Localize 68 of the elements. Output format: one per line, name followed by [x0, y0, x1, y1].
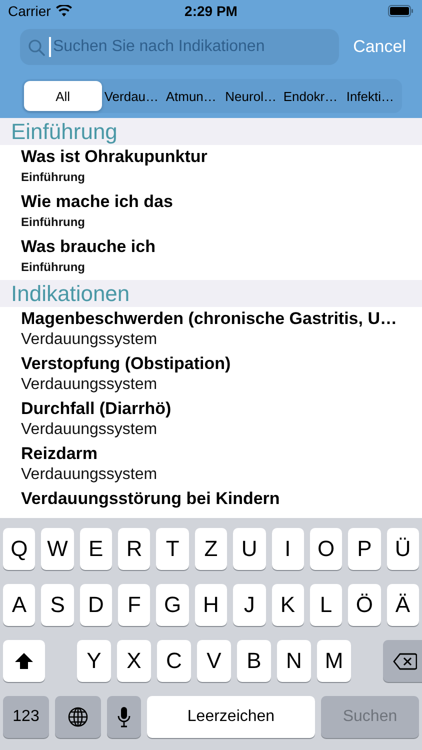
letter-key[interactable]: I: [272, 528, 304, 570]
search-field[interactable]: Suchen Sie nach Indikationen: [20, 29, 340, 65]
letter-key[interactable]: B: [237, 640, 271, 682]
letter-key[interactable]: E: [80, 528, 112, 570]
segment-tab[interactable]: Neurol…: [220, 81, 281, 111]
letter-key[interactable]: M: [317, 640, 351, 682]
row-title[interactable]: Verstopfung (Obstipation): [21, 354, 422, 374]
letter-key[interactable]: T: [156, 528, 189, 570]
globe-key[interactable]: [55, 696, 101, 738]
letter-key[interactable]: N: [277, 640, 311, 682]
letter-key[interactable]: D: [80, 584, 112, 626]
letter-key[interactable]: X: [117, 640, 151, 682]
letter-key[interactable]: G: [156, 584, 189, 626]
letter-key[interactable]: L: [310, 584, 342, 626]
section-header: Indikationen: [0, 280, 422, 307]
letter-key[interactable]: K: [272, 584, 304, 626]
letter-key[interactable]: U: [233, 528, 266, 570]
segment-tab[interactable]: Endokr…: [280, 81, 340, 111]
row-subtitle: Verdauungssystem: [21, 376, 158, 394]
row-subtitle: Einführung: [21, 170, 86, 184]
row-subtitle: Einführung: [21, 260, 86, 274]
carrier-label: Carrier: [8, 3, 51, 19]
section-header: Einführung: [0, 118, 422, 145]
letter-key[interactable]: Ö: [348, 584, 381, 626]
letter-key[interactable]: P: [348, 528, 381, 570]
row-title[interactable]: Durchfall (Diarrhö): [21, 399, 422, 419]
letter-key[interactable]: V: [197, 640, 231, 682]
letter-key[interactable]: Ü: [386, 528, 419, 570]
letter-key[interactable]: Ä: [386, 584, 419, 626]
row-title[interactable]: Verdauungsstörung bei Kindern: [21, 489, 422, 509]
wifi-icon: [56, 5, 72, 17]
row-subtitle: Einführung: [21, 215, 86, 229]
letter-key[interactable]: J: [233, 584, 266, 626]
segment-tab[interactable]: Infekti…: [340, 81, 400, 111]
row-title[interactable]: Reizdarm: [21, 444, 422, 464]
delete-icon: [393, 652, 417, 670]
battery-icon: [388, 5, 414, 17]
status-time: 2:29 PM: [184, 3, 238, 19]
row-subtitle: Verdauungssystem: [21, 421, 158, 439]
segment-tab[interactable]: All: [24, 81, 102, 111]
letter-key[interactable]: W: [41, 528, 74, 570]
letter-key[interactable]: C: [157, 640, 191, 682]
letter-key[interactable]: A: [3, 584, 36, 626]
letter-key[interactable]: Y: [77, 640, 111, 682]
letter-key[interactable]: O: [310, 528, 342, 570]
row-subtitle: Verdauungssystem: [21, 466, 158, 484]
delete-key[interactable]: [383, 640, 422, 682]
row-title[interactable]: Was ist Ohrakupunktur: [21, 147, 422, 167]
segment-tab[interactable]: Atmun…: [161, 81, 221, 111]
letter-key[interactable]: H: [194, 584, 228, 626]
row-subtitle: Verdauungssystem: [21, 331, 158, 349]
microphone-icon: [117, 706, 131, 728]
space-key[interactable]: Leerzeichen: [147, 696, 315, 738]
dictation-key[interactable]: [107, 696, 141, 738]
search-icon: [28, 39, 45, 56]
shift-icon: [14, 652, 34, 670]
numbers-key[interactable]: 123: [3, 696, 49, 738]
row-title[interactable]: Was brauche ich: [21, 237, 422, 257]
letter-key[interactable]: F: [118, 584, 150, 626]
letter-key[interactable]: S: [41, 584, 74, 626]
segment-tab[interactable]: Verdau…: [102, 81, 162, 111]
row-title[interactable]: Magenbeschwerden (chronische Gastritis, U…: [21, 309, 422, 329]
row-title[interactable]: Wie mache ich das: [21, 192, 422, 212]
letter-key[interactable]: R: [118, 528, 150, 570]
letter-key[interactable]: Q: [3, 528, 36, 570]
shift-key[interactable]: [3, 640, 45, 682]
letter-key[interactable]: Z: [194, 528, 228, 570]
globe-icon: [68, 707, 88, 727]
